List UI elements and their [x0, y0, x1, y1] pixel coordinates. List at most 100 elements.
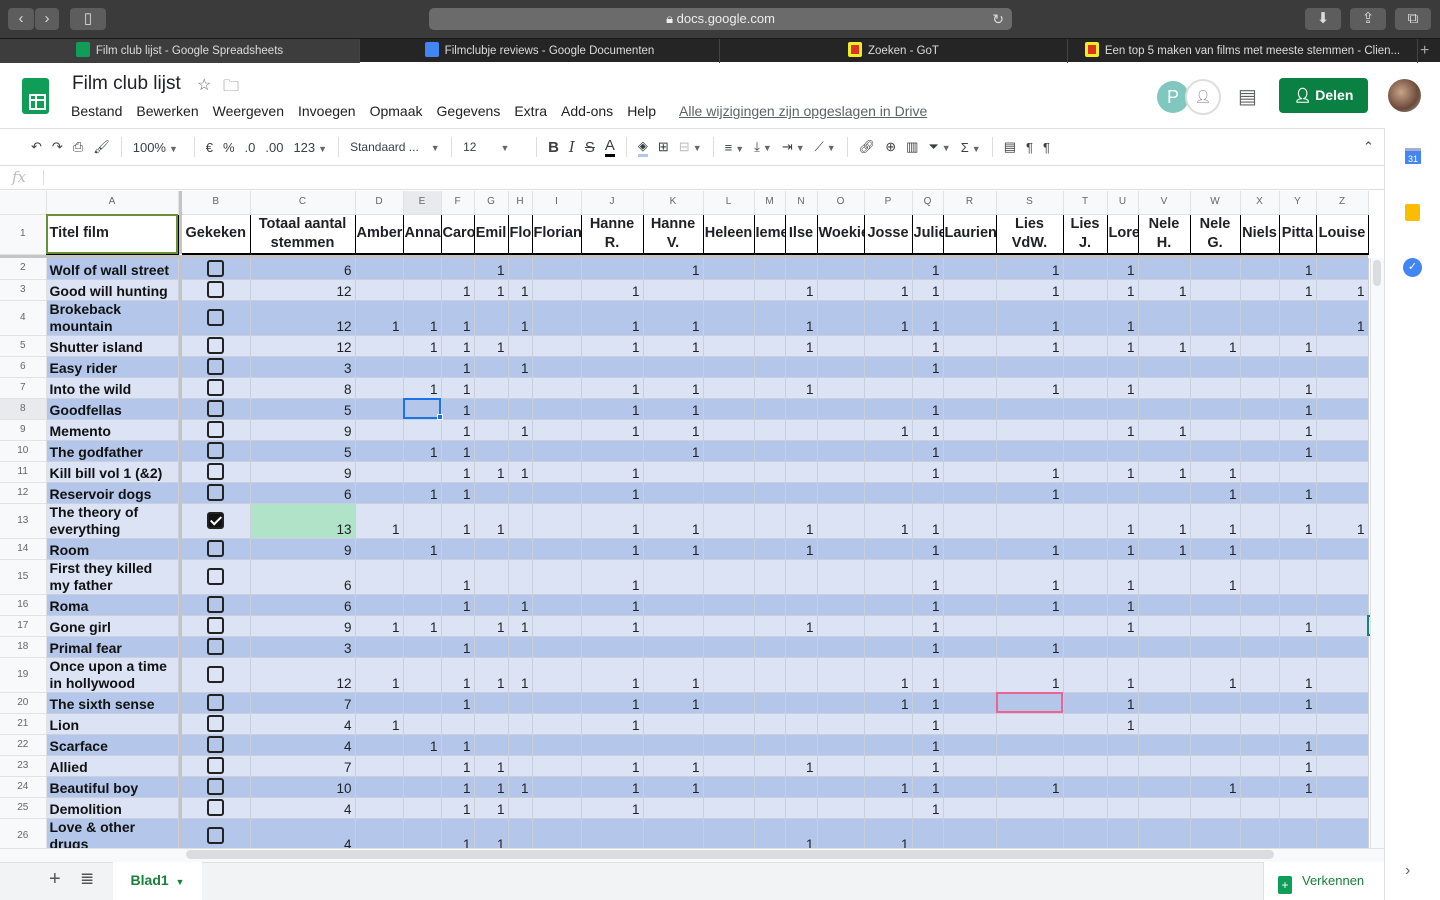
vote-cell[interactable]	[1063, 615, 1108, 637]
vote-cell[interactable]: 1	[1107, 279, 1139, 301]
film-title-cell[interactable]: Brokeback mountain	[46, 300, 179, 336]
vote-cell[interactable]	[508, 559, 533, 595]
vote-cell[interactable]: 1	[581, 461, 644, 483]
vote-cell[interactable]	[1240, 335, 1280, 357]
vote-cell[interactable]	[817, 335, 865, 357]
row-header[interactable]: 18	[0, 636, 47, 658]
column-header-y[interactable]: Y	[1279, 191, 1317, 215]
vote-cell[interactable]	[403, 279, 442, 301]
vote-cell[interactable]: 1	[474, 755, 509, 777]
vote-cell[interactable]	[1190, 258, 1241, 280]
vote-cell[interactable]: 1	[912, 300, 944, 336]
header-cell-person[interactable]: Pitta	[1279, 214, 1317, 255]
vote-cell[interactable]: 1	[355, 615, 404, 637]
vote-cell[interactable]	[643, 461, 704, 483]
vote-cell[interactable]	[1138, 440, 1191, 462]
address-bar[interactable]: 🔒︎ docs.google.com ↻	[429, 8, 1012, 30]
watched-cell[interactable]	[182, 258, 251, 280]
zoom-select[interactable]: 100% ▼	[133, 140, 183, 155]
italic-button[interactable]: I	[569, 138, 575, 156]
vote-cell[interactable]	[817, 440, 865, 462]
film-title-cell[interactable]: Wolf of wall street	[46, 258, 179, 280]
vote-cell[interactable]	[355, 461, 404, 483]
column-header-s[interactable]: S	[996, 191, 1064, 215]
vote-cell[interactable]	[996, 615, 1064, 637]
vote-cell[interactable]	[403, 419, 442, 441]
vote-cell[interactable]: 1	[474, 797, 509, 819]
vote-cell[interactable]: 1	[1107, 657, 1139, 693]
column-header-d[interactable]: D	[355, 191, 404, 215]
vote-cell[interactable]: 1	[1107, 461, 1139, 483]
vote-cell[interactable]	[785, 594, 818, 616]
film-title-cell[interactable]: Good will hunting	[46, 279, 179, 301]
vote-cell[interactable]	[1240, 636, 1280, 658]
vote-cell[interactable]: 1	[581, 615, 644, 637]
vote-cell[interactable]	[943, 692, 997, 714]
vote-cell[interactable]	[817, 559, 865, 595]
vote-cell[interactable]	[1316, 356, 1369, 378]
menu-opmaak[interactable]: Opmaak	[370, 103, 423, 119]
row-header[interactable]: 12	[0, 482, 47, 504]
film-title-cell[interactable]: Roma	[46, 594, 179, 616]
vote-cell[interactable]: 1	[581, 713, 644, 735]
vote-cell[interactable]: 1	[912, 356, 944, 378]
film-title-cell[interactable]: Primal fear	[46, 636, 179, 658]
vote-cell[interactable]: 1	[474, 818, 509, 848]
vote-cell[interactable]	[703, 657, 755, 693]
vote-cell[interactable]	[943, 356, 997, 378]
vote-cell[interactable]	[817, 657, 865, 693]
vote-cell[interactable]	[1240, 734, 1280, 756]
vote-cell[interactable]: 1	[403, 300, 442, 336]
vote-cell[interactable]	[817, 398, 865, 420]
vote-cell[interactable]	[754, 713, 786, 735]
header-cell-person[interactable]: Nele G.	[1190, 214, 1241, 255]
vote-cell[interactable]	[1138, 734, 1191, 756]
font-select[interactable]: Standaard ... ▼	[350, 140, 440, 154]
vote-cell[interactable]	[754, 279, 786, 301]
vote-cell[interactable]	[1190, 300, 1241, 336]
watched-cell[interactable]	[182, 797, 251, 819]
vote-cell[interactable]	[1190, 734, 1241, 756]
row-header[interactable]: 16	[0, 594, 47, 616]
film-title-cell[interactable]: Allied	[46, 755, 179, 777]
vote-cell[interactable]: 1	[403, 440, 442, 462]
checkbox[interactable]	[207, 337, 225, 354]
back-button[interactable]: ‹	[8, 8, 34, 30]
vote-cell[interactable]	[1316, 692, 1369, 714]
vote-cell[interactable]	[1138, 776, 1191, 798]
vote-cell[interactable]	[1063, 755, 1108, 777]
vote-cell[interactable]	[996, 398, 1064, 420]
column-header-z[interactable]: Z	[1316, 191, 1369, 215]
vote-cell[interactable]: 1	[581, 797, 644, 819]
film-title-cell[interactable]: The theory of everything	[46, 503, 179, 539]
vote-cell[interactable]	[508, 377, 533, 399]
vote-cell[interactable]	[355, 797, 404, 819]
watched-cell[interactable]	[182, 279, 251, 301]
row-header[interactable]: 7	[0, 377, 47, 399]
column-header-r[interactable]: R	[943, 191, 997, 215]
vote-cell[interactable]	[1063, 279, 1108, 301]
vote-cell[interactable]: 1	[1138, 335, 1191, 357]
watched-cell[interactable]	[182, 734, 251, 756]
vote-cell[interactable]	[817, 279, 865, 301]
column-header-k[interactable]: K	[643, 191, 704, 215]
vote-cell[interactable]	[864, 398, 913, 420]
freeze-icon[interactable]: ▤	[1004, 139, 1016, 155]
vote-cell[interactable]: 1	[581, 559, 644, 595]
vote-cell[interactable]	[1240, 559, 1280, 595]
filter-icon[interactable]: ⏷ ▼	[928, 139, 950, 155]
vote-cell[interactable]	[508, 398, 533, 420]
vote-cell[interactable]: 1	[864, 692, 913, 714]
film-title-cell[interactable]: Kill bill vol 1 (&2)	[46, 461, 179, 483]
watched-cell[interactable]	[182, 419, 251, 441]
vote-cell[interactable]	[1240, 482, 1280, 504]
star-icon[interactable]: ☆	[197, 75, 211, 95]
total-votes-cell[interactable]: 7	[250, 755, 356, 777]
vote-cell[interactable]: 1	[1190, 538, 1241, 560]
document-title[interactable]: Film club lijst	[72, 73, 181, 95]
header-cell-person[interactable]: Laurien	[943, 214, 997, 255]
vote-cell[interactable]	[703, 461, 755, 483]
vote-cell[interactable]	[943, 755, 997, 777]
vote-cell[interactable]: 1	[355, 713, 404, 735]
vote-cell[interactable]	[474, 398, 509, 420]
